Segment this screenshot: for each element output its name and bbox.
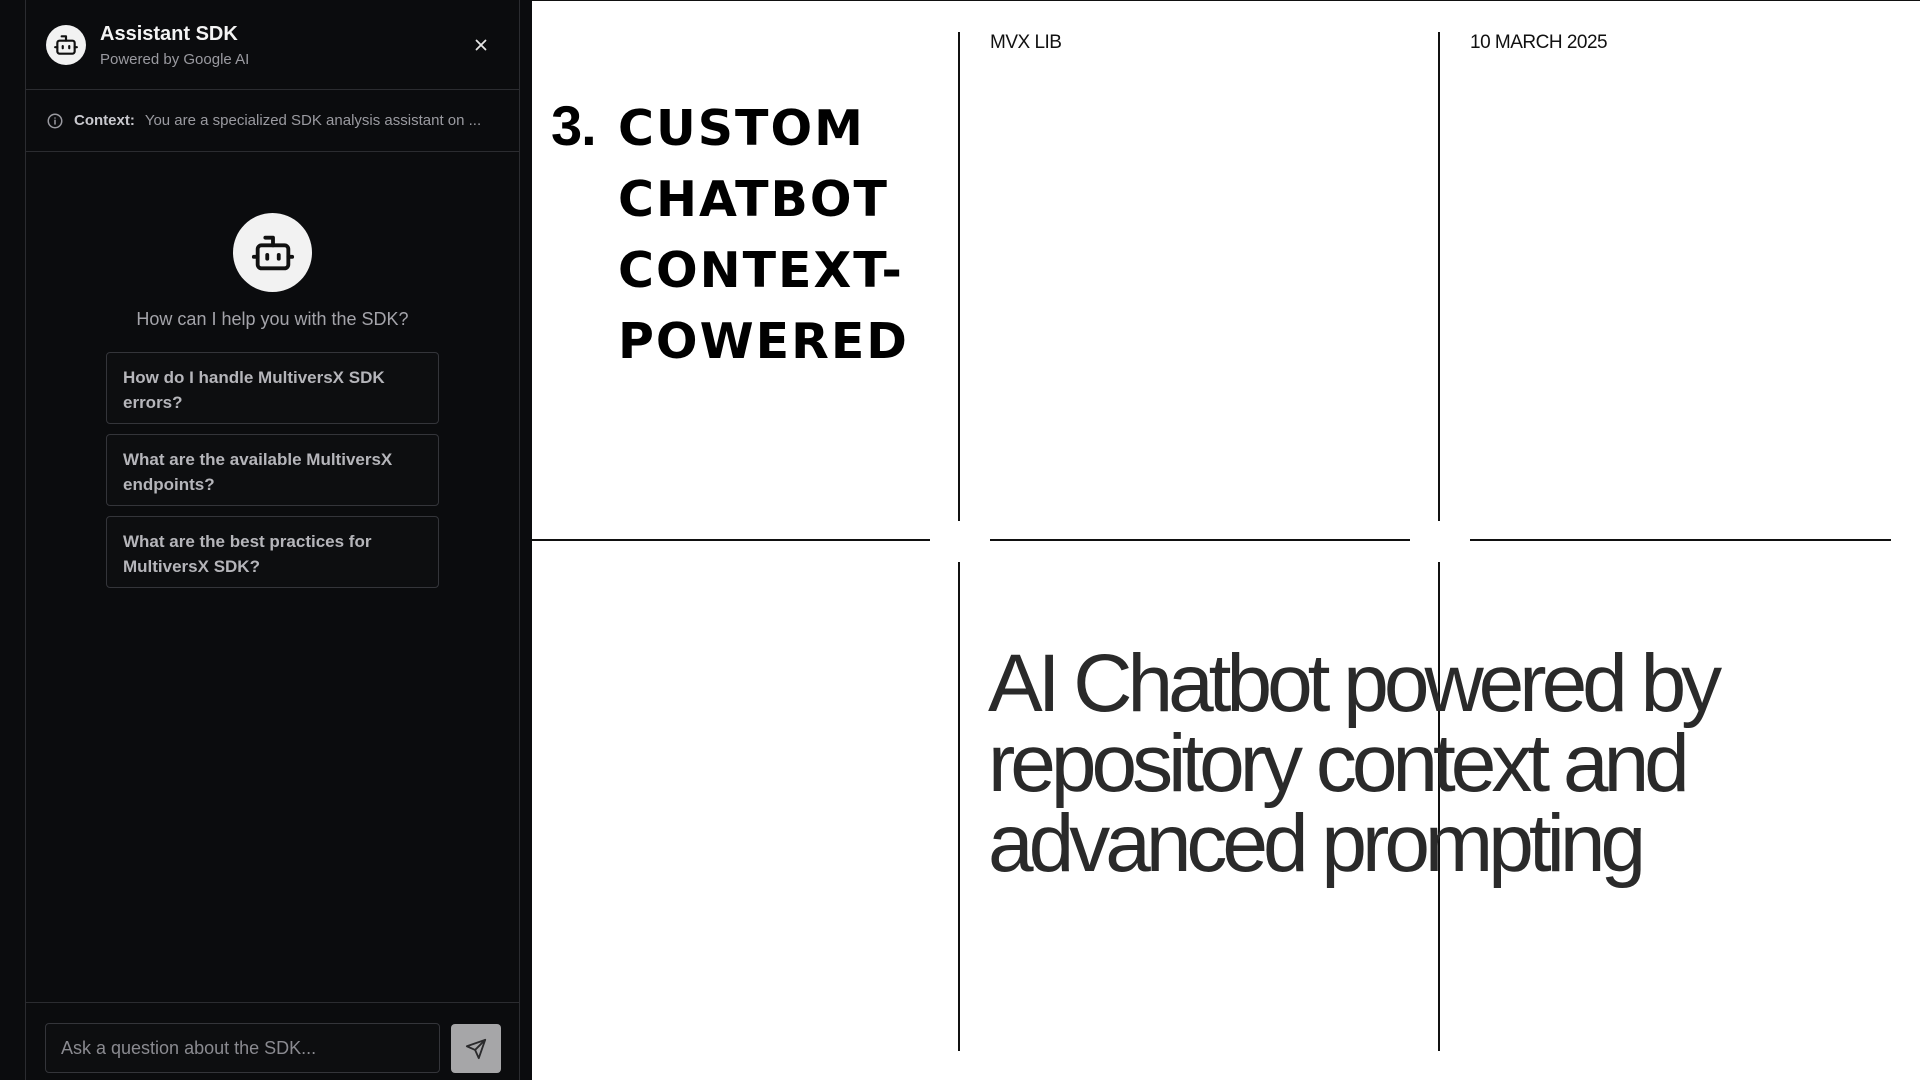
suggestion-list: How do I handle MultiversX SDK errors? W… <box>106 352 439 598</box>
close-icon[interactable] <box>472 36 490 54</box>
grid-line <box>958 562 960 1051</box>
grid-line <box>990 539 1410 541</box>
grid-line <box>958 32 960 521</box>
chat-input[interactable] <box>45 1023 440 1073</box>
bot-avatar-large <box>233 213 312 292</box>
slide-headline: AI Chatbot powered by repository context… <box>988 638 1722 889</box>
info-icon <box>46 112 64 130</box>
context-bar: Context: You are a specialized SDK analy… <box>26 90 519 152</box>
section-title: CUSTOM CHATBOT CONTEXT-POWERED <box>618 100 909 370</box>
sidebar-edge <box>520 0 532 1080</box>
chat-panel: Assistant SDK Powered by Google AI Conte… <box>25 0 520 1080</box>
welcome-text: How can I help you with the SDK? <box>136 309 409 329</box>
sidebar-edge <box>0 0 25 1080</box>
bot-icon <box>53 32 79 58</box>
context-label: Context: <box>74 112 135 129</box>
slide-date: 10 MARCH 2025 <box>1470 32 1608 53</box>
chat-footer <box>26 1002 519 1080</box>
slide-label: MVX LIB <box>990 32 1062 53</box>
suggestion-button[interactable]: How do I handle MultiversX SDK errors? <box>106 352 439 424</box>
bot-avatar-small <box>46 25 86 65</box>
suggestion-button[interactable]: What are the best practices for Multiver… <box>106 516 439 588</box>
send-button[interactable] <box>451 1024 501 1073</box>
chat-title: Assistant SDK <box>100 23 238 45</box>
bot-icon <box>250 230 296 276</box>
grid-line <box>532 539 930 541</box>
close-button[interactable] <box>466 30 496 60</box>
presentation-slide: 3. CUSTOM CHATBOT CONTEXT-POWERED MVX LI… <box>532 0 1920 1080</box>
grid-line <box>1470 539 1891 541</box>
send-icon[interactable] <box>465 1038 487 1060</box>
chat-header: Assistant SDK Powered by Google AI <box>26 0 519 90</box>
chat-subtitle: Powered by Google AI <box>100 51 250 68</box>
context-text: You are a specialized SDK analysis assis… <box>144 112 482 129</box>
section-number: 3. <box>551 94 597 157</box>
suggestion-button[interactable]: What are the available MultiversX endpoi… <box>106 434 439 506</box>
grid-line <box>1438 32 1440 521</box>
